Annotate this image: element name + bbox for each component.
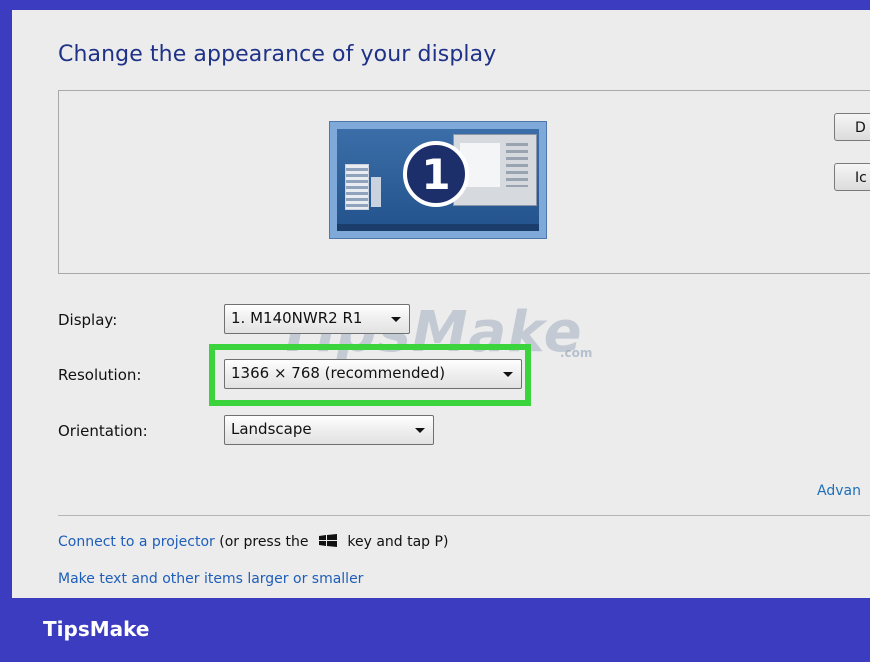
- mini-taskbar: [337, 224, 539, 231]
- projector-hint-text-1: (or press the: [214, 534, 313, 550]
- display-select-value: 1. M140NWR2 R1: [231, 309, 363, 327]
- monitor-screen: 1: [337, 129, 539, 231]
- projector-hint-text-2: key and tap P): [342, 534, 449, 550]
- brand-logo-text: TipsMake: [43, 617, 150, 641]
- display-settings-panel: Change the appearance of your display 1 …: [12, 10, 870, 598]
- monitor-number-badge: 1: [403, 141, 469, 207]
- connect-projector-link[interactable]: Connect to a projector: [58, 534, 215, 550]
- display-preview-area: 1 D Ic: [58, 90, 870, 274]
- orientation-label: Orientation:: [58, 422, 148, 440]
- watermark-domain: .com: [560, 346, 593, 360]
- chevron-down-icon: [391, 317, 401, 322]
- divider: [58, 515, 870, 516]
- page-title: Change the appearance of your display: [58, 42, 497, 67]
- text-size-link[interactable]: Make text and other items larger or smal…: [58, 571, 363, 587]
- chevron-down-icon: [415, 428, 425, 433]
- mini-gadget-icon-2: [371, 177, 381, 207]
- footer-bar: TipsMake: [0, 600, 870, 662]
- display-select[interactable]: 1. M140NWR2 R1: [224, 304, 410, 334]
- monitor-1-preview[interactable]: 1: [329, 121, 547, 239]
- resolution-label: Resolution:: [58, 366, 142, 384]
- resolution-highlight-box: [209, 344, 531, 406]
- identify-button[interactable]: Ic: [834, 163, 870, 191]
- detect-button[interactable]: D: [834, 113, 870, 141]
- orientation-select[interactable]: Landscape: [224, 415, 434, 445]
- orientation-select-value: Landscape: [231, 420, 312, 438]
- mini-gadget-icon: [345, 164, 369, 210]
- projector-row: Connect to a projector (or press the key…: [58, 533, 448, 550]
- advanced-settings-link[interactable]: Advan: [817, 483, 861, 499]
- display-label: Display:: [58, 311, 118, 329]
- windows-key-icon: [318, 534, 337, 547]
